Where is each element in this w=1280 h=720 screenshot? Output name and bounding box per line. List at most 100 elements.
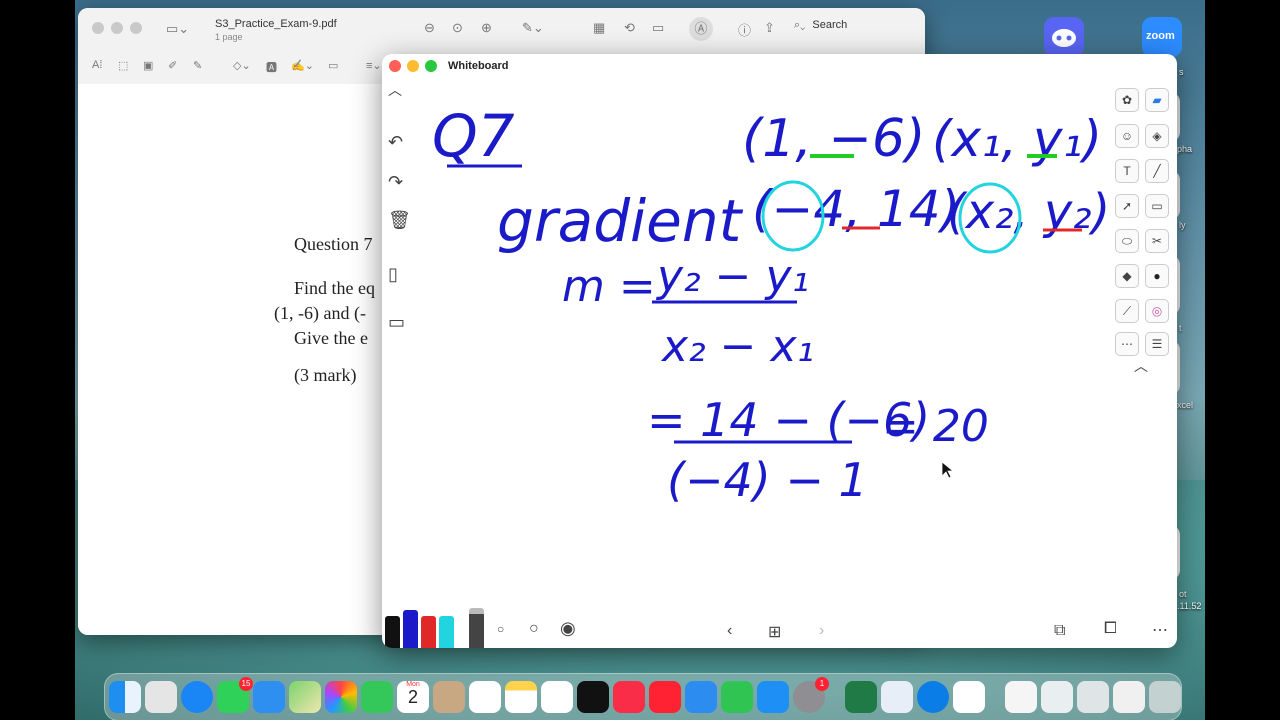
text-box-icon[interactable]: 🅰	[266, 59, 277, 75]
laser-pointer-icon[interactable]: ⟋	[1115, 299, 1139, 323]
facetime-icon[interactable]	[361, 681, 393, 713]
black-pen[interactable]	[385, 616, 400, 648]
more-tools-icon[interactable]: ⋯	[1115, 332, 1139, 356]
rectangle-tool-icon[interactable]: ▭	[1145, 194, 1169, 218]
red-pen[interactable]	[421, 616, 436, 648]
recent-document-icon[interactable]	[1041, 681, 1073, 713]
search-field[interactable]: ⌕⌄ Search	[794, 19, 914, 41]
freeform-icon[interactable]	[541, 681, 573, 713]
folder-icon[interactable]: ▰	[1145, 88, 1169, 112]
recent-document-icon[interactable]	[1113, 681, 1145, 713]
page-grid-icon[interactable]: ⊞	[768, 622, 781, 642]
whiteboard-canvas[interactable]: Q7 (1, −6) (x₁, y₁) (−4, 14) (x₂, y₂) gr…	[412, 76, 1122, 606]
numbers-icon[interactable]	[721, 681, 753, 713]
keynote-icon[interactable]	[685, 681, 717, 713]
color-wheel-icon[interactable]: ◎	[1145, 299, 1169, 323]
export-icon[interactable]: ⧠	[1104, 620, 1117, 638]
discord-icon[interactable]	[1044, 17, 1084, 57]
app-store-icon[interactable]	[757, 681, 789, 713]
shapes-icon[interactable]: ◇⌄	[233, 59, 251, 72]
sketch-icon[interactable]: ✐	[168, 59, 177, 72]
add-layer-icon[interactable]: ▭	[388, 312, 405, 333]
teams-icon[interactable]	[953, 681, 985, 713]
rotate-icon[interactable]: ⟲	[624, 20, 635, 36]
previous-page-icon[interactable]: ‹	[727, 622, 732, 640]
sidebar-toggle-icon[interactable]: ▭⌄	[166, 21, 189, 37]
preview-titlebar: ▭⌄ S3_Practice_Exam-9.pdf 1 page ⊖ ⊙ ⊕ ✎…	[78, 8, 925, 52]
eraser[interactable]	[469, 608, 484, 648]
minimize-button[interactable]	[407, 60, 419, 72]
sign-icon[interactable]: ✍⌄	[291, 59, 314, 72]
whiteboard-app-icon[interactable]	[881, 681, 913, 713]
screens-icon[interactable]: ⧉	[1054, 622, 1065, 640]
messages-icon[interactable]: 15	[217, 677, 253, 713]
excel-icon[interactable]	[845, 681, 877, 713]
crop-icon[interactable]: ▦	[593, 20, 605, 36]
music-icon[interactable]	[613, 681, 645, 713]
finder-icon[interactable]	[109, 681, 141, 713]
zoom-button[interactable]	[130, 22, 142, 34]
photos-app-icon[interactable]	[325, 681, 357, 713]
photos-icon[interactable]: ✿	[1115, 88, 1139, 112]
trash-bin-icon[interactable]	[1149, 681, 1181, 713]
layers-icon[interactable]: ◈	[1145, 124, 1169, 148]
contacts-icon[interactable]	[433, 681, 465, 713]
safari-icon[interactable]	[181, 681, 213, 713]
draw-icon[interactable]: ✎	[193, 59, 202, 72]
instant-alpha-icon[interactable]: ▣	[143, 59, 153, 72]
more-options-icon[interactable]: ⋯	[1152, 620, 1168, 640]
text-selection-icon[interactable]: A⁞	[92, 59, 102, 71]
quicktime-icon[interactable]	[917, 681, 949, 713]
markup-icon[interactable]: Ⓐ	[689, 17, 713, 41]
stroke-small-icon[interactable]: ○	[497, 622, 504, 636]
zoom-app-icon[interactable]: zoom	[1142, 17, 1182, 57]
fill-color-icon[interactable]: ●	[1145, 264, 1169, 288]
maps-icon[interactable]	[289, 681, 321, 713]
news-icon[interactable]	[649, 681, 681, 713]
list-icon[interactable]: ☰	[1145, 332, 1169, 356]
desktop-label: t	[1179, 323, 1182, 333]
collapse-right-toolbar-icon[interactable]: ︿	[1134, 356, 1148, 376]
share-icon[interactable]: ⇪	[764, 20, 775, 36]
next-page-icon[interactable]: ›	[819, 622, 824, 640]
collapse-toolbar-icon[interactable]: ︿	[388, 80, 402, 100]
mail-icon[interactable]	[253, 681, 285, 713]
system-settings-icon[interactable]: 1	[793, 677, 829, 713]
line-tool-icon[interactable]: ╱	[1145, 159, 1169, 183]
calendar-icon[interactable]: Mon 2	[397, 681, 429, 713]
layer-stack-icon[interactable]: ◆	[1115, 264, 1139, 288]
zoom-out-icon[interactable]: ⊖	[424, 20, 435, 36]
info-icon[interactable]: ⓘ	[738, 20, 751, 39]
shape-style-icon[interactable]: ≡⌄	[366, 59, 382, 72]
close-button[interactable]	[92, 22, 104, 34]
trash-icon[interactable]: 🗑	[388, 210, 411, 231]
form-icon[interactable]: ▭	[652, 20, 664, 36]
arrow-tool-icon[interactable]: ➚	[1115, 194, 1139, 218]
launchpad-icon[interactable]	[145, 681, 177, 713]
text-tool-icon[interactable]: T	[1115, 159, 1139, 183]
stroke-medium-icon[interactable]: ○	[529, 620, 539, 638]
minimize-button[interactable]	[111, 22, 123, 34]
reminders-icon[interactable]	[469, 681, 501, 713]
undo-icon[interactable]: ↶	[388, 132, 403, 153]
note-icon[interactable]: ▭	[328, 59, 338, 72]
highlight-icon[interactable]: ✎⌄	[522, 20, 544, 36]
scissors-icon[interactable]: ✂	[1145, 229, 1169, 253]
recent-document-icon[interactable]	[1005, 681, 1037, 713]
close-button[interactable]	[389, 60, 401, 72]
ellipse-tool-icon[interactable]: ⬭	[1115, 229, 1139, 253]
apple-tv-icon[interactable]	[577, 681, 609, 713]
rect-selection-icon[interactable]: ⬚	[118, 59, 128, 72]
zoom-to-fit-icon[interactable]: ⊙	[452, 20, 463, 36]
desktop-label: s	[1179, 67, 1184, 77]
add-page-icon[interactable]: ▯	[388, 264, 398, 285]
redo-icon[interactable]: ↷	[388, 172, 403, 193]
stroke-large-icon[interactable]: ◉	[560, 618, 576, 639]
notes-icon[interactable]	[505, 681, 537, 713]
sticker-icon[interactable]: ☺	[1115, 124, 1139, 148]
zoom-button[interactable]	[425, 60, 437, 72]
cyan-pen[interactable]	[439, 616, 454, 648]
zoom-in-icon[interactable]: ⊕	[481, 20, 492, 36]
recent-document-icon[interactable]	[1077, 681, 1109, 713]
blue-pen[interactable]	[403, 610, 418, 648]
